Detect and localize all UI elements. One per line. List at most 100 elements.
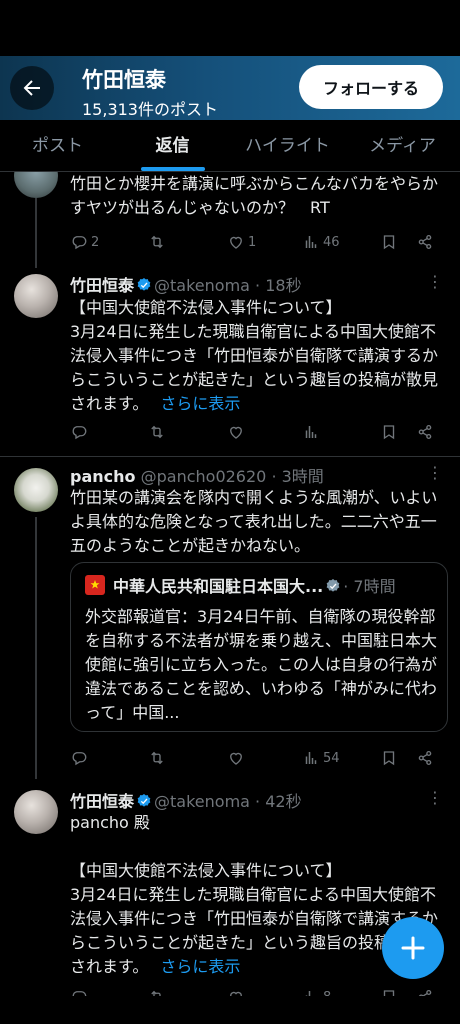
quoted-meta: 中華人民共和国駐日本国大... · 7時間 (113, 573, 396, 597)
post-text: 竹田某の講演会を隊内で開くような風潮が、いよいよ具体的な危険となって表れ出した。… (70, 488, 438, 555)
like-icon (230, 236, 242, 249)
author-name[interactable]: 竹田恒泰 (70, 276, 134, 295)
avatar[interactable] (14, 790, 58, 834)
bookmark-icon (383, 235, 395, 250)
quoted-author-name: 中華人民共和国駐日本国大... (113, 577, 324, 596)
bottom-area (0, 996, 460, 1024)
share-icon (418, 989, 432, 996)
retweet-button[interactable] (148, 985, 166, 996)
views-button[interactable] (302, 420, 320, 444)
tab-posts[interactable]: ポスト (0, 120, 115, 171)
avatar[interactable] (14, 274, 58, 318)
retweet-button[interactable] (148, 420, 166, 444)
views-button[interactable]: 46 (302, 230, 340, 254)
quoted-time: · 7時間 (343, 577, 396, 596)
share-icon (418, 234, 432, 250)
author-name[interactable]: pancho (70, 467, 136, 486)
reply-button[interactable] (70, 420, 88, 444)
post-count: 15,313件のポスト (82, 100, 218, 119)
tab-media[interactable]: メディア (345, 120, 460, 171)
like-button[interactable] (227, 420, 245, 444)
share-button[interactable] (416, 985, 434, 996)
verified-icon (137, 278, 151, 291)
like-button[interactable] (227, 985, 245, 996)
verified-icon (137, 794, 151, 807)
show-more-link[interactable]: さらに表示 (160, 394, 240, 413)
timeline[interactable]: 竹田とか櫻井を講演に呼ぶからこんなバカをやらかすヤツが出るんじゃないのか？ RT… (0, 172, 460, 996)
share-button[interactable] (416, 746, 434, 770)
avatar[interactable] (14, 468, 58, 512)
compose-plus-icon (401, 936, 425, 960)
thread-line (35, 517, 37, 779)
profile-tabs: ポスト 返信 ハイライト メディア (0, 120, 460, 172)
like-icon (230, 991, 242, 996)
post-body: 【中国大使館不法侵入事件について】 3月24日に発生した現職自衛官による中国大使… (70, 296, 448, 413)
show-more-link[interactable]: さらに表示 (160, 957, 240, 976)
back-button[interactable] (10, 66, 54, 110)
bookmark-icon (383, 990, 395, 996)
bookmark-button[interactable] (380, 985, 398, 996)
views-icon (305, 426, 317, 438)
bookmark-button[interactable] (380, 746, 398, 770)
tab-highlights[interactable]: ハイライト (230, 120, 345, 171)
list-item[interactable]: 竹田恒泰 @takenoma · 18秒 ⋮ 【中国大使館不法侵入事件について】 … (0, 268, 460, 454)
post-text: 竹田とか櫻井を講演に呼ぶからこんなバカをやらかすヤツが出るんじゃないのか？ RT (70, 174, 439, 217)
quoted-post[interactable]: 中華人民共和国駐日本国大... · 7時間 外交部報道官：3月24日午前、自衛隊の… (70, 562, 448, 732)
quoted-avatar (85, 575, 105, 595)
views-button[interactable]: 8 (302, 985, 331, 996)
author-name[interactable]: 竹田恒泰 (70, 792, 134, 811)
views-button[interactable]: 54 (302, 746, 340, 770)
post-actions: 54 (70, 746, 440, 770)
compose-button[interactable] (382, 917, 444, 979)
like-button[interactable]: 1 (227, 230, 256, 254)
list-item[interactable]: 竹田とか櫻井を講演に呼ぶからこんなバカをやらかすヤツが出るんじゃないのか？ RT… (0, 172, 460, 268)
views-icon (305, 236, 317, 248)
post-actions: 8 (70, 985, 440, 996)
follow-button[interactable]: フォローする (299, 65, 443, 109)
retweet-button[interactable] (148, 230, 166, 254)
verified-icon (326, 579, 340, 592)
retweet-button[interactable] (148, 746, 166, 770)
reply-icon (72, 991, 87, 996)
author-handle: @takenoma (154, 792, 250, 811)
bookmark-icon (383, 751, 395, 766)
bookmark-icon (383, 425, 395, 440)
reply-icon (72, 752, 87, 766)
like-button[interactable] (227, 746, 245, 770)
reply-button[interactable] (70, 746, 88, 770)
retweet-icon (151, 425, 163, 439)
avatar[interactable] (14, 172, 58, 198)
author-handle: @takenoma (154, 276, 250, 295)
reply-button[interactable]: 2 (70, 230, 99, 254)
reply-icon (72, 426, 87, 440)
post-time: · 42秒 (255, 792, 302, 811)
views-icon (305, 752, 317, 764)
post-meta: pancho @pancho02620 · 3時間 (70, 463, 324, 487)
retweet-icon (151, 235, 163, 249)
bookmark-button[interactable] (380, 230, 398, 254)
post-meta: 竹田恒泰 @takenoma · 18秒 (70, 272, 302, 296)
post-meta: 竹田恒泰 @takenoma · 42秒 (70, 788, 302, 812)
quoted-text: 外交部報道官：3月24日午前、自衛隊の現役幹部を自称する不法者が塀を乗り越え、中… (85, 607, 438, 722)
post-time: · 3時間 (271, 467, 324, 486)
more-icon[interactable]: ⋮ (427, 272, 443, 291)
post-actions (70, 420, 440, 444)
retweet-icon (151, 990, 161, 996)
like-icon (230, 426, 242, 439)
profile-header: 竹田恒泰 15,313件のポスト フォローする (0, 56, 460, 120)
bookmark-button[interactable] (380, 420, 398, 444)
share-button[interactable] (416, 230, 434, 254)
post-time: · 18秒 (255, 276, 302, 295)
back-arrow-icon (23, 80, 40, 96)
views-icon (305, 991, 311, 996)
list-item[interactable]: pancho @pancho02620 · 3時間 ⋮ 竹田某の講演会を隊内で開… (0, 457, 460, 779)
like-icon (230, 752, 242, 765)
post-actions: 2 1 46 (70, 230, 440, 254)
share-button[interactable] (416, 420, 434, 444)
tab-replies[interactable]: 返信 (115, 120, 230, 171)
status-area (0, 0, 460, 56)
more-icon[interactable]: ⋮ (427, 788, 443, 807)
share-icon (418, 424, 432, 440)
reply-button[interactable] (70, 985, 88, 996)
more-icon[interactable]: ⋮ (427, 463, 443, 482)
